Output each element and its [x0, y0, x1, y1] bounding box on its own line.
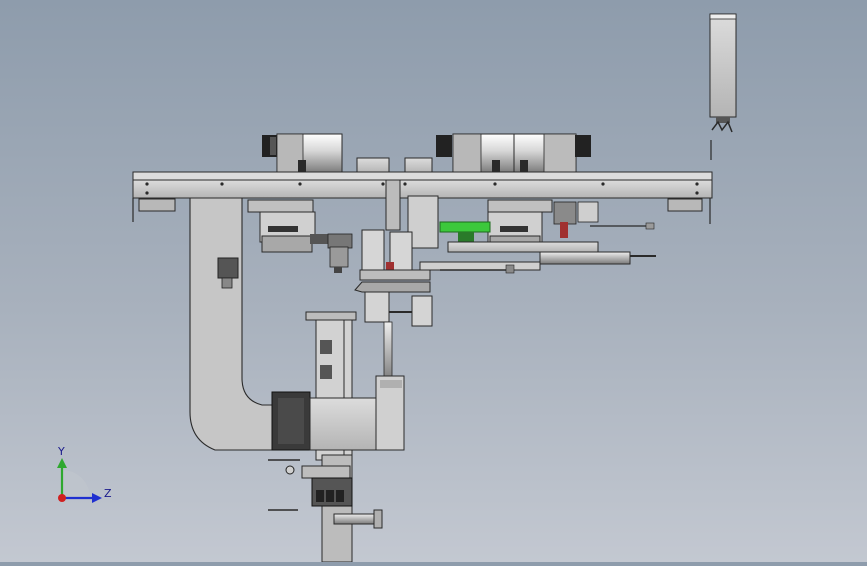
top-right-sensor-bracket — [709, 13, 737, 160]
coordinate-triad: Y Z — [57, 445, 112, 503]
cad-drawing: Y Z — [57, 13, 737, 563]
z-arrowhead-icon — [92, 493, 102, 503]
y-arrowhead-icon — [57, 458, 67, 468]
z-axis-label: Z — [104, 487, 112, 500]
horizontal-rods — [419, 241, 656, 274]
center-mount-blocks — [356, 157, 433, 174]
y-axis-label: Y — [57, 445, 65, 458]
right-servo-motor — [436, 133, 591, 173]
center-vertical-module — [354, 179, 439, 327]
left-servo-motor — [262, 133, 343, 173]
origin-marker — [58, 494, 66, 502]
cad-viewport[interactable]: Y Z — [0, 0, 867, 563]
left-carriage — [247, 199, 353, 273]
